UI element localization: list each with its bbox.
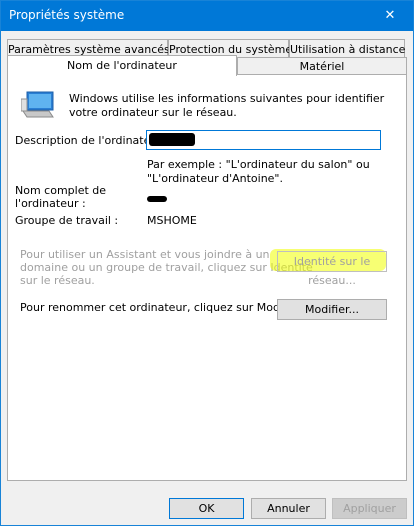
example-line-1: Par exemple : "L'ordinateur du salon" ou <box>147 158 370 171</box>
assistant-line-1: Pour utiliser un Assistant et vous joind… <box>20 248 270 261</box>
rename-text: Pour renommer cet ordinateur, cliquez su… <box>20 301 304 314</box>
ok-button[interactable]: OK <box>169 498 244 519</box>
cancel-button[interactable]: Annuler <box>251 498 326 519</box>
redaction-mark <box>149 133 195 146</box>
tab-remote-use[interactable]: Utilisation à distance <box>289 39 405 58</box>
network-id-button[interactable]: Identité sur le réseau... <box>277 251 387 287</box>
computer-icon <box>21 91 54 118</box>
title-bar: Propriétés système ✕ <box>1 1 413 31</box>
assistant-line-2: domaine ou un groupe de travail, cliquez… <box>20 261 313 274</box>
fullname-label-2: l'ordinateur : <box>15 197 86 210</box>
system-properties-window: Propriétés système ✕ Paramètres système … <box>0 0 414 526</box>
redaction-mark <box>147 196 167 202</box>
tab-computer-name[interactable]: Nom de l'ordinateur <box>7 55 237 76</box>
close-icon[interactable]: ✕ <box>367 1 413 31</box>
workgroup-label: Groupe de travail : <box>15 214 119 227</box>
tab-hardware[interactable]: Matériel <box>237 57 407 75</box>
fullname-label-1: Nom complet de <box>15 184 107 197</box>
assistant-line-3: sur le réseau. <box>20 274 95 287</box>
intro-text: Windows utilise les informations suivant… <box>69 92 385 119</box>
example-line-2: "L'ordinateur d'Antoine". <box>147 172 283 185</box>
modify-button[interactable]: Modifier... <box>277 299 387 320</box>
workgroup-value: MSHOME <box>147 214 197 227</box>
window-title: Propriétés système <box>9 8 125 22</box>
apply-button[interactable]: Appliquer <box>332 498 407 519</box>
